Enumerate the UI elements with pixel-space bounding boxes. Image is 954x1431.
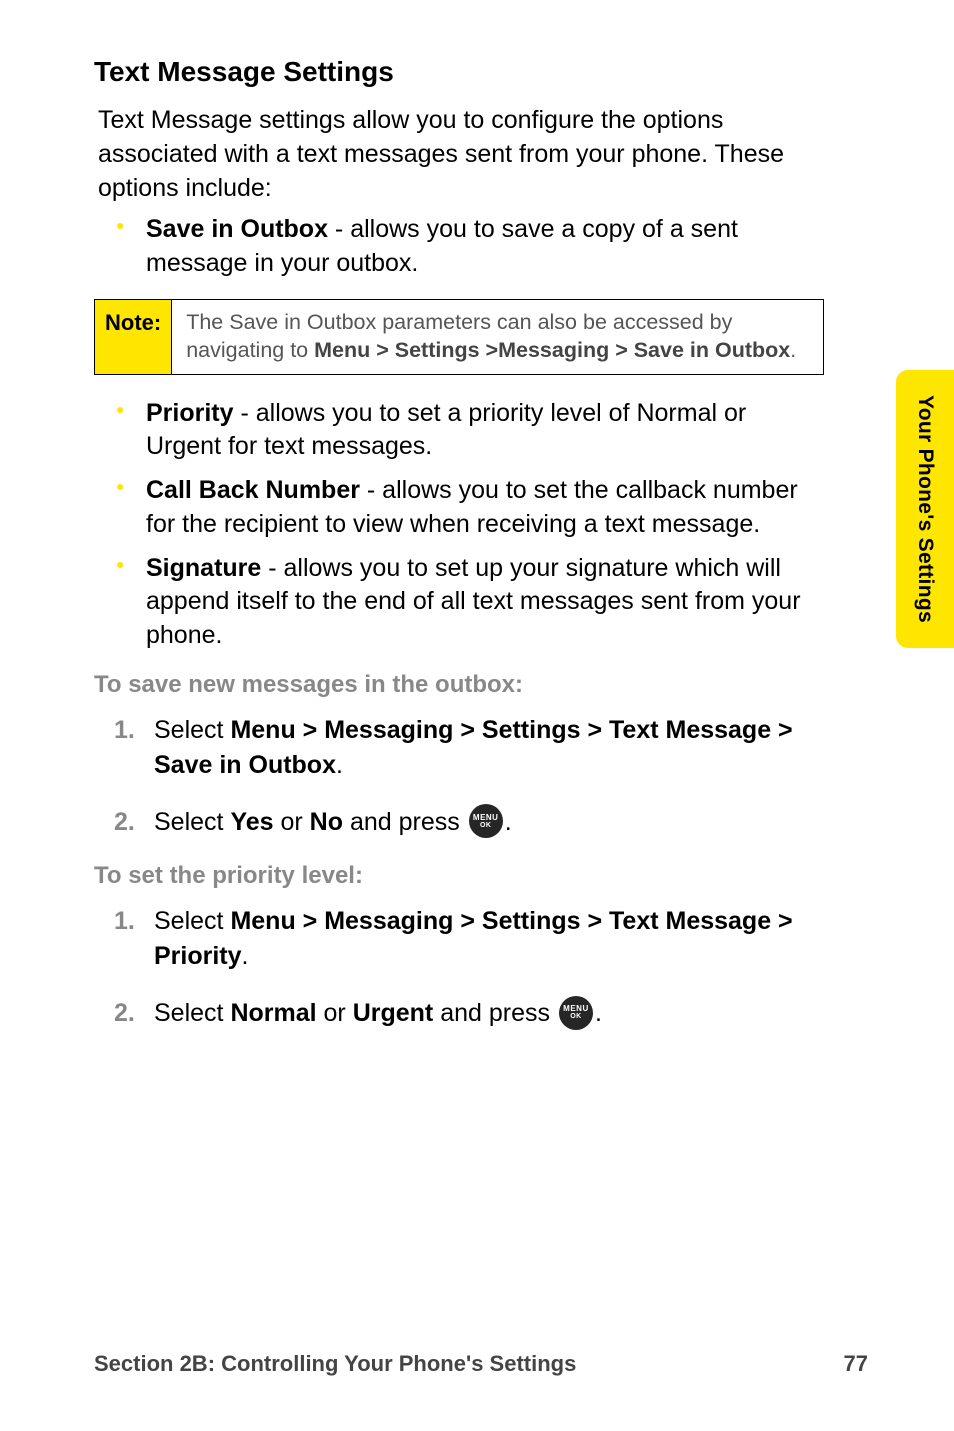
step-1-save: Select Menu > Messaging > Settings > Tex… xyxy=(114,713,824,783)
step-opt-normal: Normal xyxy=(230,999,316,1027)
bullet-rest: - allows you to set a priority level of … xyxy=(146,399,746,461)
subhead-save-new-messages: To save new messages in the outbox: xyxy=(94,671,834,699)
side-tab-label: Your Phone's Settings xyxy=(913,395,937,623)
bullet-save-in-outbox: Save in Outbox - allows you to save a co… xyxy=(116,213,824,281)
step-pre: Select xyxy=(154,808,230,836)
step-path: Menu > Messaging > Settings > Text Messa… xyxy=(154,716,793,779)
step-path: Menu > Messaging > Settings > Text Messa… xyxy=(154,907,793,970)
bullet-title: Call Back Number xyxy=(146,476,360,504)
step-2-priority: Select Normal or Urgent and press MENUOK… xyxy=(114,996,824,1031)
side-tab: Your Phone's Settings xyxy=(896,370,954,648)
step-post: . xyxy=(336,751,343,779)
icon-line2: OK xyxy=(570,1013,582,1020)
step-opt-no: No xyxy=(310,808,343,836)
step-end: . xyxy=(505,808,512,836)
step-end: . xyxy=(595,999,602,1027)
note-label: Note: xyxy=(95,300,172,374)
note-path: Menu > Settings >Messaging > Save in Out… xyxy=(314,338,790,362)
step-pre: Select xyxy=(154,716,230,744)
step-2-save: Select Yes or No and press MENUOK. xyxy=(114,805,824,840)
bullet-title: Signature xyxy=(146,554,261,582)
bullet-signature: Signature - allows you to set up your si… xyxy=(116,552,824,653)
footer-section-title: Section 2B: Controlling Your Phone's Set… xyxy=(94,1351,576,1377)
step-pre: Select xyxy=(154,907,230,935)
heading-text-message-settings: Text Message Settings xyxy=(94,56,834,88)
step-post: . xyxy=(242,942,249,970)
footer-page-number: 77 xyxy=(844,1351,868,1377)
icon-line1: MENU xyxy=(473,814,499,822)
step-1-priority: Select Menu > Messaging > Settings > Tex… xyxy=(114,904,824,974)
note-content: The Save in Outbox parameters can also b… xyxy=(172,300,823,374)
intro-paragraph: Text Message settings allow you to confi… xyxy=(98,104,824,205)
icon-line2: OK xyxy=(480,822,492,829)
step-after: and press xyxy=(433,999,557,1027)
step-after: and press xyxy=(343,808,467,836)
step-mid: or xyxy=(317,999,353,1027)
menu-ok-icon: MENUOK xyxy=(469,804,503,838)
note-box: Note: The Save in Outbox parameters can … xyxy=(94,299,824,375)
bullet-title: Save in Outbox xyxy=(146,215,328,243)
note-post: . xyxy=(790,338,796,362)
icon-line1: MENU xyxy=(563,1005,589,1013)
bullet-callback-number: Call Back Number - allows you to set the… xyxy=(116,474,824,542)
step-pre: Select xyxy=(154,999,230,1027)
subhead-priority-level: To set the priority level: xyxy=(94,862,834,890)
page-footer: Section 2B: Controlling Your Phone's Set… xyxy=(94,1351,868,1377)
bullet-priority: Priority - allows you to set a priority … xyxy=(116,397,824,465)
bullet-title: Priority xyxy=(146,399,234,427)
menu-ok-icon: MENUOK xyxy=(559,996,593,1030)
step-opt-yes: Yes xyxy=(230,808,273,836)
step-opt-urgent: Urgent xyxy=(353,999,434,1027)
step-mid: or xyxy=(274,808,310,836)
